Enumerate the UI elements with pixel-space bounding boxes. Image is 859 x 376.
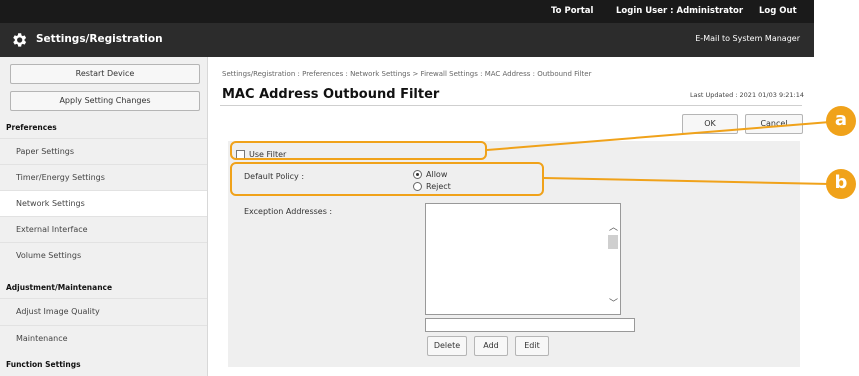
callout-leader-lines [486, 121, 831, 185]
callout-b-badge: b [826, 169, 856, 199]
callout-a-badge: a [826, 106, 856, 136]
